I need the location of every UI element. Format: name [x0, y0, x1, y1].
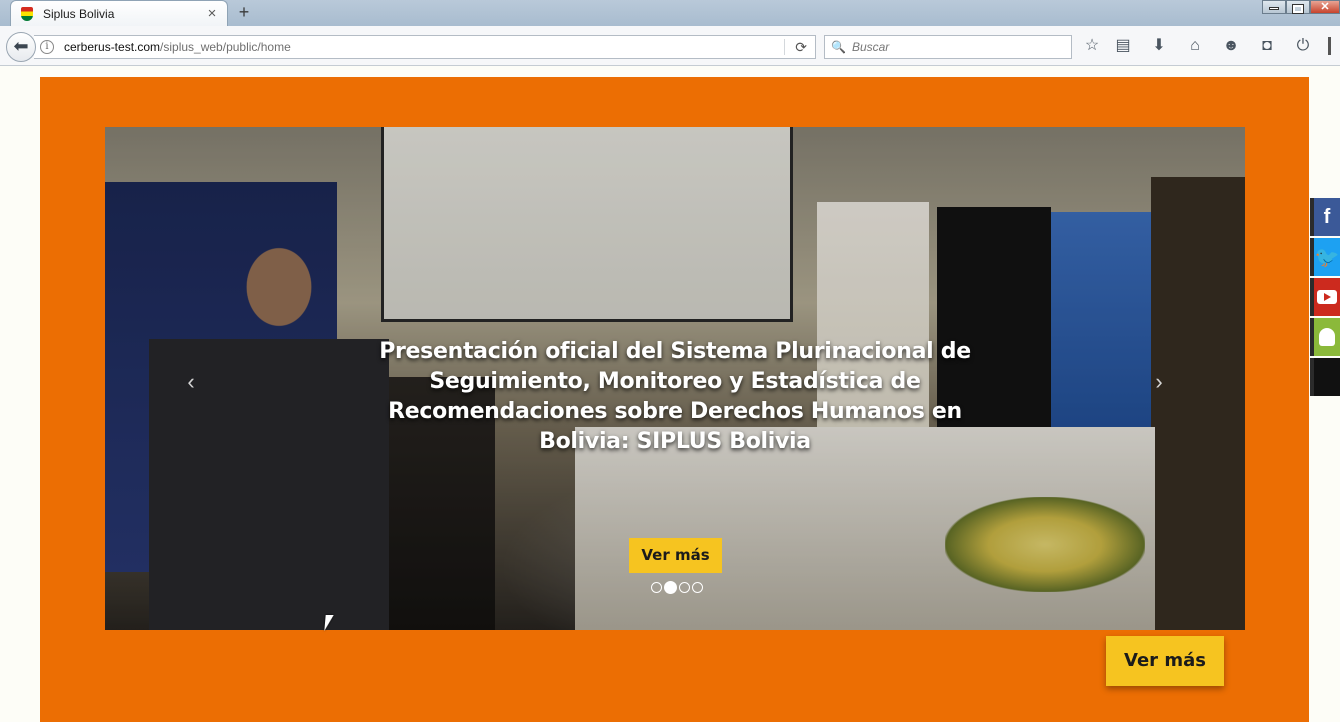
apple-button[interactable]	[1310, 358, 1340, 396]
close-window-button[interactable]: ✕	[1310, 0, 1340, 14]
carousel-indicators	[651, 581, 703, 594]
news-carousel: Presentación oficial del Sistema Plurina…	[105, 127, 1245, 630]
back-button[interactable]: ⬅	[6, 32, 36, 62]
power-icon[interactable]: ⏻	[1292, 35, 1314, 57]
url-bar[interactable]: i cerberus-test.com/siplus_web/public/ho…	[34, 35, 816, 59]
browser-nav-bar: i cerberus-test.com/siplus_web/public/ho…	[0, 26, 1340, 66]
twitter-icon: 🐦	[1314, 246, 1340, 269]
carousel-dot[interactable]	[664, 581, 677, 594]
search-bar[interactable]: 🔍 Buscar	[824, 35, 1072, 59]
home-icon[interactable]: ⌂	[1184, 35, 1206, 57]
url-host: cerberus-test.com	[64, 40, 161, 54]
carousel-next-button[interactable]: ›	[1149, 367, 1169, 397]
browser-tab[interactable]: Siplus Bolivia ×	[10, 0, 228, 26]
url-path: /siplus_web/public/home	[160, 40, 291, 54]
youtube-button[interactable]	[1310, 278, 1340, 316]
menu-icon[interactable]	[1328, 37, 1340, 55]
carousel-dot[interactable]	[651, 582, 662, 593]
maximize-window-button[interactable]	[1286, 0, 1310, 14]
new-tab-button[interactable]: +	[234, 2, 254, 22]
facebook-icon: f	[1323, 205, 1331, 228]
back-arrow-icon: ⬅	[13, 36, 29, 56]
hero-panel: Presentación oficial del Sistema Plurina…	[40, 77, 1309, 722]
facebook-button[interactable]: f	[1310, 198, 1340, 236]
url-separator	[784, 39, 785, 55]
twitter-button[interactable]: 🐦	[1310, 238, 1340, 276]
minimize-window-button[interactable]	[1262, 0, 1286, 14]
slide-caption: Presentación oficial del Sistema Plurina…	[379, 339, 971, 454]
browser-title-bar: Siplus Bolivia × + ✕	[0, 0, 1340, 26]
pocket-icon[interactable]: ◘	[1256, 35, 1278, 57]
search-icon: 🔍	[831, 40, 846, 54]
tab-title: Siplus Bolivia	[43, 6, 115, 21]
slide-ver-mas-button[interactable]: Ver más	[629, 538, 722, 573]
bookmark-star-icon[interactable]: ☆	[1081, 35, 1103, 57]
ver-mas-button[interactable]: Ver más	[1106, 636, 1224, 686]
carousel-dot[interactable]	[679, 582, 690, 593]
social-sidebar: f 🐦	[1310, 198, 1340, 398]
bolivia-crest-icon	[19, 6, 35, 22]
reading-list-icon[interactable]: ▤	[1112, 35, 1134, 57]
android-button[interactable]	[1310, 318, 1340, 356]
search-placeholder: Buscar	[851, 40, 890, 54]
close-tab-icon[interactable]: ×	[205, 5, 219, 22]
mouse-cursor	[324, 615, 334, 631]
reload-icon[interactable]: ⟳	[795, 39, 807, 56]
carousel-prev-button[interactable]: ‹	[181, 367, 201, 397]
carousel-dot[interactable]	[692, 582, 703, 593]
android-icon	[1319, 328, 1335, 346]
youtube-icon	[1317, 290, 1337, 304]
chat-icon[interactable]: ☻	[1220, 35, 1242, 57]
download-icon[interactable]: ⬇	[1148, 35, 1170, 57]
info-icon[interactable]: i	[40, 40, 54, 54]
